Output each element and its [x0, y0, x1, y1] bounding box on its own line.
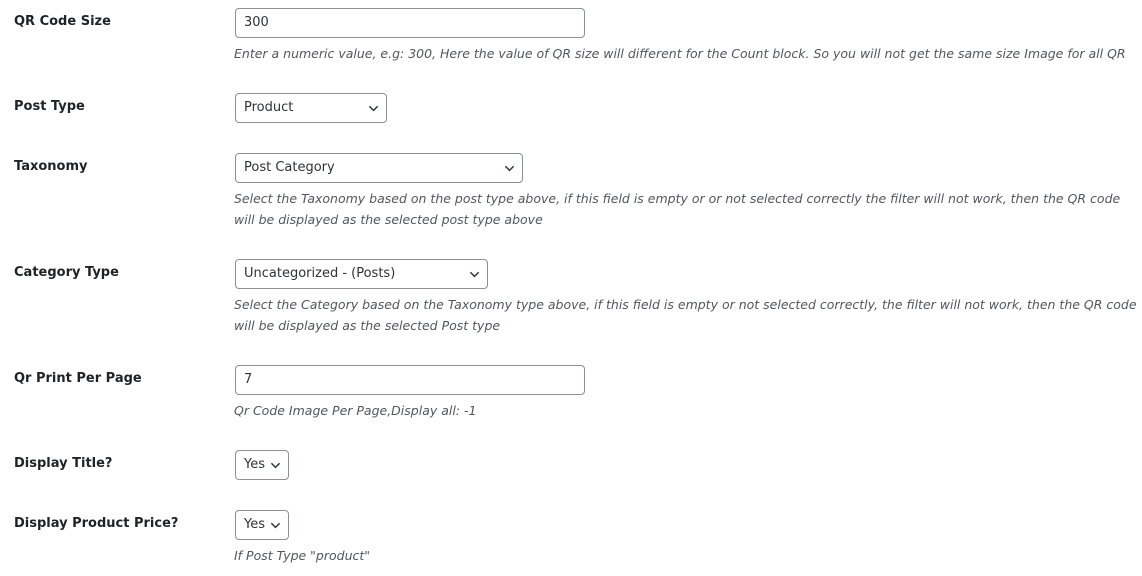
- taxonomy-label: Taxonomy: [14, 159, 88, 174]
- category-type-label: Category Type: [14, 265, 119, 280]
- taxonomy-selected-value: Post Category: [244, 160, 335, 175]
- chevron-down-icon: [469, 271, 480, 278]
- taxonomy-description: Select the Taxonomy based on the post ty…: [234, 191, 1121, 227]
- qr-code-size-input[interactable]: 300: [235, 8, 585, 38]
- category-type-description: Select the Category based on the Taxonom…: [234, 297, 1137, 333]
- post-type-label: Post Type: [14, 99, 85, 114]
- qr-print-per-page-description: Qr Code Image Per Page,Display all: -1: [234, 403, 477, 418]
- qr-code-size-label: QR Code Size: [14, 14, 111, 29]
- display-product-price-select[interactable]: Yes: [235, 510, 289, 540]
- post-type-selected-value: Product: [244, 100, 294, 115]
- display-title-select[interactable]: Yes: [235, 450, 289, 480]
- qr-code-size-description: Enter a numeric value, e.g: 300, Here th…: [234, 46, 1126, 61]
- category-type-selected-value: Uncategorized - (Posts): [244, 266, 396, 281]
- display-product-price-selected-value: Yes: [244, 517, 265, 532]
- chevron-down-icon: [270, 522, 281, 529]
- chevron-down-icon: [270, 462, 281, 469]
- display-title-selected-value: Yes: [244, 457, 265, 472]
- post-type-select[interactable]: Product: [235, 93, 387, 123]
- display-title-label: Display Title?: [14, 456, 113, 471]
- chevron-down-icon: [504, 165, 515, 172]
- category-type-select[interactable]: Uncategorized - (Posts): [235, 259, 488, 289]
- chevron-down-icon: [368, 105, 379, 112]
- display-product-price-description: If Post Type "product": [234, 548, 371, 563]
- display-product-price-label: Display Product Price?: [14, 516, 179, 531]
- qr-print-per-page-label: Qr Print Per Page: [14, 371, 142, 386]
- qr-print-per-page-input[interactable]: 7: [235, 365, 585, 395]
- taxonomy-select[interactable]: Post Category: [235, 153, 523, 183]
